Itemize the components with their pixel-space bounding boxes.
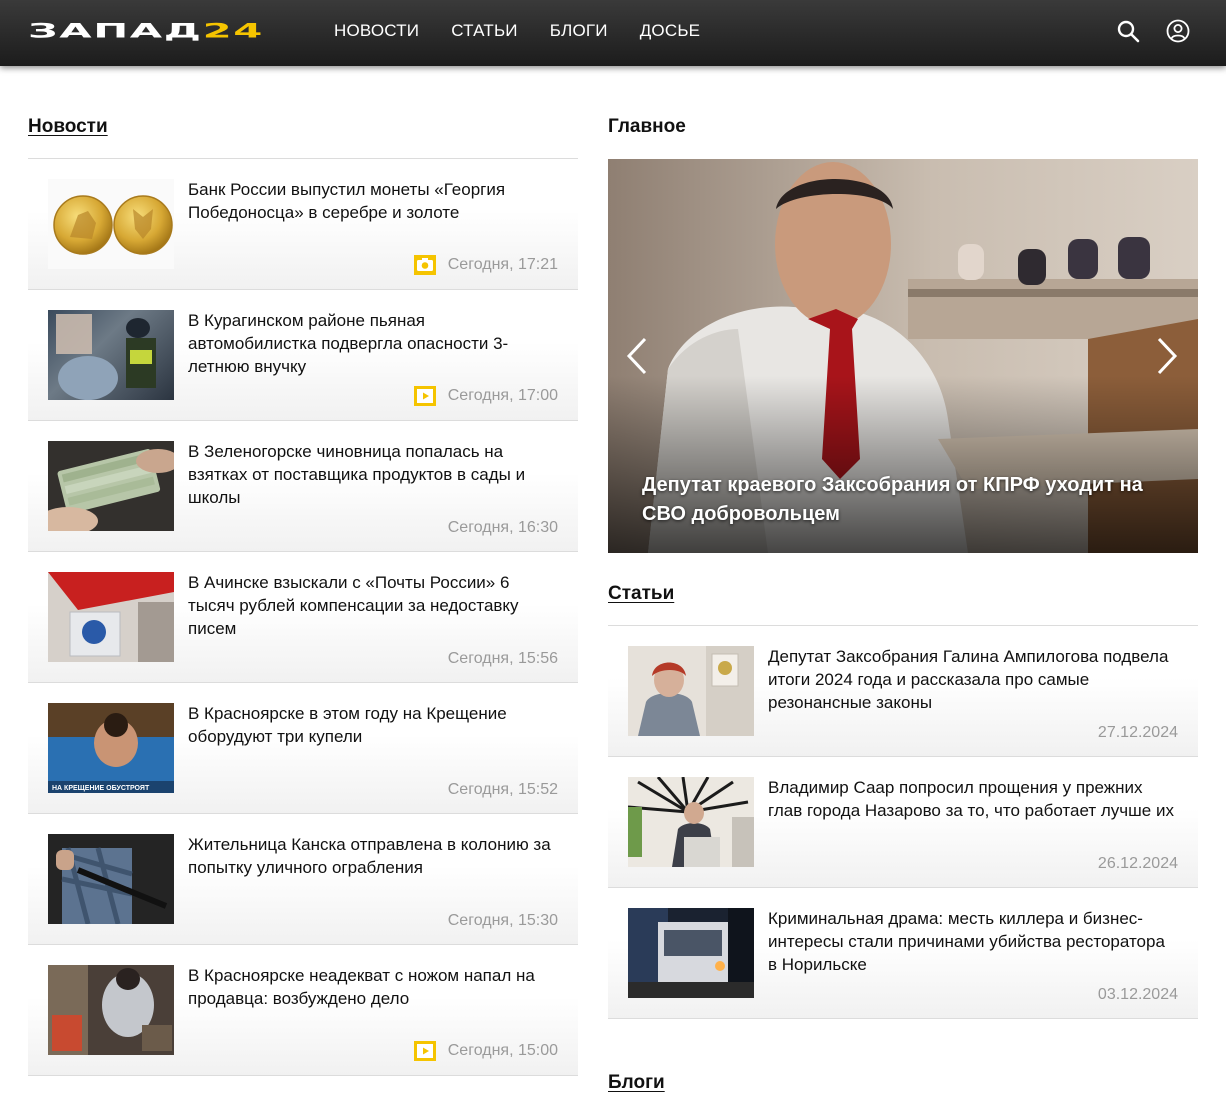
- article-date: 26.12.2024: [1097, 855, 1178, 872]
- news-thumbnail[interactable]: [48, 179, 174, 269]
- news-item[interactable]: Банк России выпустил монеты «Георгия Поб…: [28, 159, 578, 290]
- nav-articles[interactable]: СТАТЬИ: [435, 21, 534, 41]
- news-item[interactable]: В Красноярске неадекват с ножом напал на…: [28, 945, 578, 1076]
- thumb-caption: НА КРЕЩЕНИЕ ОБУСТРОЯТ: [52, 785, 150, 792]
- news-thumbnail[interactable]: [48, 441, 174, 531]
- news-title[interactable]: Жительница Канска отправлена в колонию з…: [188, 833, 558, 879]
- photo-icon: [413, 255, 436, 275]
- article-item[interactable]: Владимир Саар попросил прощения у прежни…: [608, 757, 1198, 888]
- news-item[interactable]: В Ачинске взыскали с «Почты России» 6 ты…: [28, 552, 578, 683]
- news-thumbnail[interactable]: [48, 572, 174, 662]
- news-thumbnail[interactable]: [48, 965, 174, 1055]
- news-title[interactable]: В Курагинском районе пьяная автомобилист…: [188, 309, 558, 378]
- main-nav: НОВОСТИ СТАТЬИ БЛОГИ ДОСЬЕ: [318, 0, 716, 62]
- main-section-title: Главное: [608, 116, 686, 137]
- logo-text-b: 24: [202, 19, 264, 43]
- article-thumbnail[interactable]: [628, 777, 754, 867]
- nav-dossier[interactable]: ДОСЬЕ: [624, 21, 717, 41]
- news-section-title[interactable]: Новости: [28, 116, 108, 138]
- site-logo[interactable]: ЗАПАД24: [28, 18, 262, 44]
- article-title[interactable]: Криминальная драма: месть киллера и бизн…: [768, 907, 1178, 976]
- slider-prev-icon[interactable]: [626, 337, 648, 375]
- article-thumbnail[interactable]: [628, 908, 754, 998]
- article-item[interactable]: Криминальная драма: месть киллера и бизн…: [608, 888, 1198, 1019]
- slider-caption[interactable]: Депутат краевого Заксобрания от КПРФ ухо…: [642, 471, 1158, 529]
- articles-section-title[interactable]: Статьи: [608, 583, 674, 605]
- nav-news[interactable]: НОВОСТИ: [318, 21, 435, 41]
- article-item[interactable]: Депутат Заксобрания Галина Ампилогова по…: [608, 626, 1198, 757]
- article-date: 27.12.2024: [1097, 724, 1178, 741]
- news-title[interactable]: Банк России выпустил монеты «Георгия Поб…: [188, 178, 558, 224]
- article-thumbnail[interactable]: [628, 646, 754, 736]
- news-title[interactable]: В Красноярске неадекват с ножом напал на…: [188, 964, 558, 1010]
- video-icon: [413, 1041, 436, 1061]
- news-date: Сегодня, 15:00: [447, 1042, 558, 1059]
- news-date: Сегодня, 16:30: [447, 519, 558, 536]
- article-title[interactable]: Владимир Саар попросил прощения у прежни…: [768, 776, 1178, 822]
- main-slider[interactable]: Депутат краевого Заксобрания от КПРФ ухо…: [608, 159, 1198, 553]
- video-icon: [413, 386, 436, 406]
- news-title[interactable]: В Зеленогорске чиновница попалась на взя…: [188, 440, 558, 509]
- news-list: Банк России выпустил монеты «Георгия Поб…: [28, 158, 578, 1076]
- article-title[interactable]: Депутат Заксобрания Галина Ампилогова по…: [768, 645, 1178, 714]
- slider-next-icon[interactable]: [1156, 337, 1178, 375]
- news-date: Сегодня, 15:56: [447, 650, 558, 667]
- user-icon[interactable]: [1166, 19, 1190, 43]
- news-date: Сегодня, 15:30: [447, 912, 558, 929]
- news-date: Сегодня, 17:00: [447, 387, 558, 404]
- news-item[interactable]: Жительница Канска отправлена в колонию з…: [28, 814, 578, 945]
- search-icon[interactable]: [1116, 19, 1140, 43]
- news-item[interactable]: В Курагинском районе пьяная автомобилист…: [28, 290, 578, 421]
- news-item[interactable]: В Зеленогорске чиновница попалась на взя…: [28, 421, 578, 552]
- news-thumbnail[interactable]: [48, 834, 174, 924]
- articles-list: Депутат Заксобрания Галина Ампилогова по…: [608, 625, 1198, 1019]
- logo-text-a: ЗАПАД: [28, 19, 203, 43]
- news-thumbnail[interactable]: НА КРЕЩЕНИЕ ОБУСТРОЯТ: [48, 703, 174, 793]
- news-item[interactable]: НА КРЕЩЕНИЕ ОБУСТРОЯТ В Красноярске в эт…: [28, 683, 578, 814]
- site-header: ЗАПАД24 НОВОСТИ СТАТЬИ БЛОГИ ДОСЬЕ: [0, 0, 1226, 66]
- blogs-section-title[interactable]: Блоги: [608, 1072, 665, 1094]
- news-title[interactable]: В Красноярске в этом году на Крещение об…: [188, 702, 558, 748]
- nav-blogs[interactable]: БЛОГИ: [534, 21, 624, 41]
- news-title[interactable]: В Ачинске взыскали с «Почты России» 6 ты…: [188, 571, 558, 640]
- news-thumbnail[interactable]: [48, 310, 174, 400]
- article-date: 03.12.2024: [1097, 986, 1178, 1003]
- news-date: Сегодня, 17:21: [447, 256, 558, 273]
- news-date: Сегодня, 15:52: [447, 781, 558, 798]
